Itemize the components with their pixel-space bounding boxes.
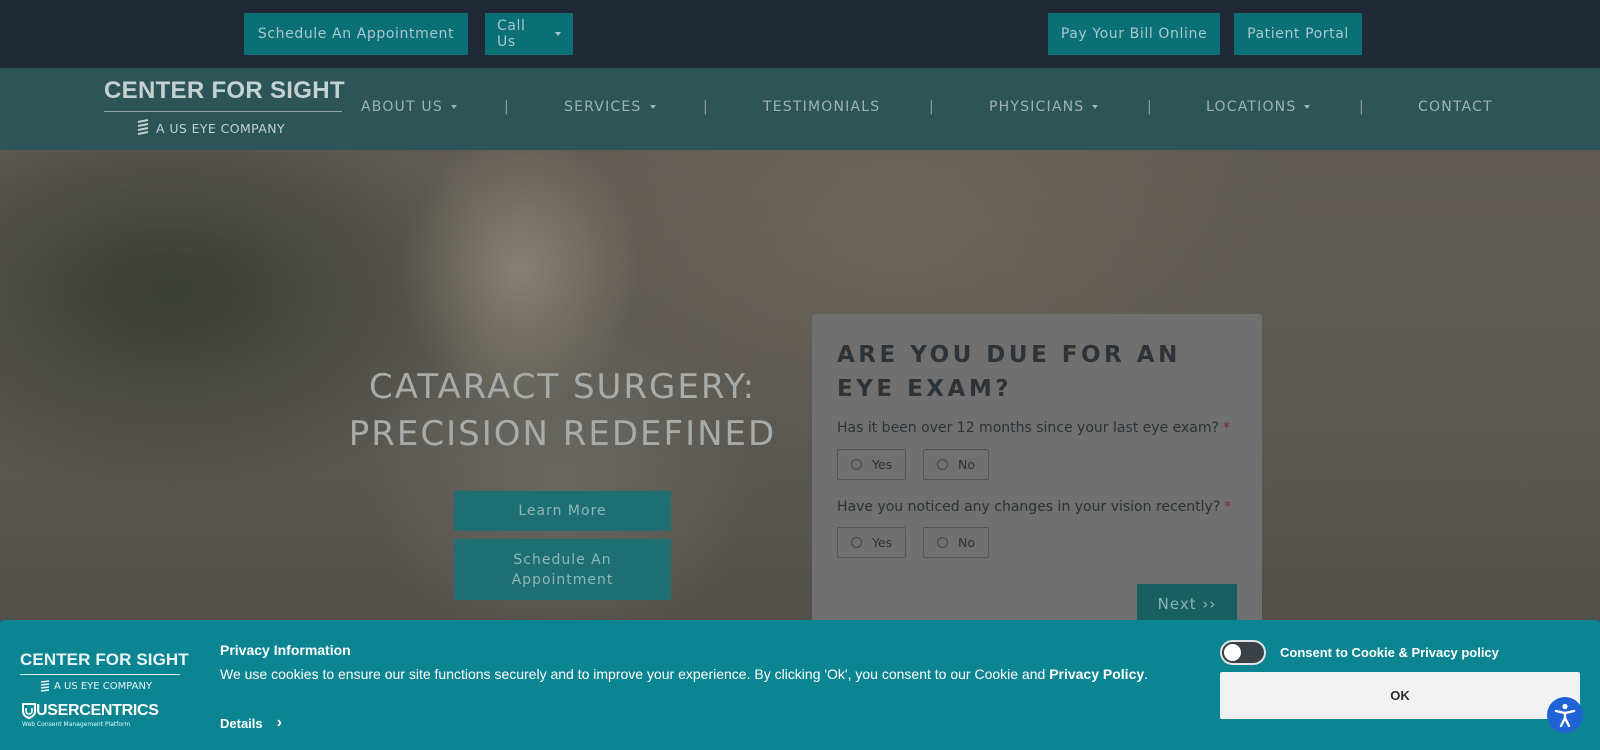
pay-bill-label: Pay Your Bill Online (1060, 26, 1208, 42)
hero-title: CATARACT SURGERY: PRECISION REDEFINED (330, 364, 795, 458)
nav-separator: | (504, 99, 509, 115)
call-us-label: Call Us (497, 18, 526, 50)
call-us-button[interactable]: Call Us (485, 13, 573, 55)
question-1-text: Has it been over 12 months since your la… (837, 420, 1219, 436)
usercentrics-tagline: Web Consent Management Platform (22, 721, 131, 728)
privacy-text-end: . (1144, 666, 1149, 682)
pay-bill-button[interactable]: Pay Your Bill Online (1048, 13, 1220, 55)
ok-label: OK (1390, 688, 1410, 703)
details-link[interactable]: Details › (220, 714, 282, 732)
usercentrics-logo: USERCENTRICS Web Consent Management Plat… (22, 702, 159, 728)
consent-logo-subtitle-text: A US EYE COMPANY (54, 681, 153, 692)
radio-icon (851, 459, 862, 470)
nav-separator: | (703, 99, 708, 115)
radio-icon (851, 537, 862, 548)
hero-schedule-line-1: Schedule An (513, 551, 612, 568)
usercentrics-text: USERCENTRICS (36, 702, 159, 719)
hero-title-line-1: CATARACT SURGERY: (368, 367, 757, 407)
logo-subtitle: A US EYE COMPANY (136, 119, 285, 137)
logo-title: CENTER FOR SIGHT (104, 77, 345, 104)
nav-about-us-label: ABOUT US (361, 99, 443, 115)
privacy-title: Privacy Information (220, 642, 351, 658)
option-label: No (958, 535, 975, 550)
logo-divider (104, 111, 342, 112)
hero-schedule-button[interactable]: Schedule An Appointment (454, 539, 671, 600)
form-title: ARE YOU DUE FOR AN EYE EXAM? (837, 342, 1181, 402)
patient-portal-label: Patient Portal (1247, 26, 1349, 42)
required-marker: * (1224, 499, 1232, 515)
nav-physicians[interactable]: PHYSICIANS (989, 99, 1099, 115)
patient-portal-button[interactable]: Patient Portal (1234, 13, 1362, 55)
caret-down-icon (1304, 105, 1311, 109)
question-2-text: Have you noticed any changes in your vis… (837, 499, 1221, 515)
option-label: Yes (872, 457, 893, 472)
next-button[interactable]: Next ›› (1137, 584, 1237, 624)
hero-title-line-2: PRECISION REDEFINED (348, 414, 777, 454)
caret-down-icon (450, 105, 457, 109)
nav-services[interactable]: SERVICES (564, 99, 656, 115)
chevron-right-icon: › (276, 714, 282, 731)
hero-schedule-line-2: Appointment (511, 571, 614, 588)
nav-locations[interactable]: LOCATIONS (1206, 99, 1311, 115)
eye-company-logo-icon (137, 119, 149, 135)
nav-separator: | (1359, 99, 1364, 115)
ok-button[interactable]: OK (1220, 672, 1580, 719)
consent-toggle-label: Consent to Cookie & Privacy policy (1280, 645, 1499, 660)
shield-icon (22, 703, 36, 719)
caret-down-icon (649, 105, 656, 109)
radio-icon (937, 537, 948, 548)
schedule-appointment-button[interactable]: Schedule An Appointment (244, 13, 468, 55)
caret-down-icon (555, 32, 561, 36)
nav-contact[interactable]: CONTACT (1418, 99, 1493, 115)
nav-testimonials-label: TESTIMONIALS (763, 99, 881, 115)
usercentrics-wordmark: USERCENTRICS (22, 702, 159, 720)
eye-company-logo-icon (40, 680, 50, 692)
details-label: Details (220, 715, 263, 731)
nav-about-us[interactable]: ABOUT US (361, 99, 457, 115)
question-1: Has it been over 12 months since your la… (837, 420, 1230, 436)
nav-physicians-label: PHYSICIANS (989, 99, 1085, 115)
option-label: Yes (872, 535, 893, 550)
privacy-text-body: We use cookies to ensure our site functi… (220, 666, 1050, 682)
consent-toggle[interactable] (1220, 640, 1266, 665)
nav-locations-label: LOCATIONS (1206, 99, 1297, 115)
accessibility-icon (1554, 703, 1576, 727)
nav-services-label: SERVICES (564, 99, 642, 115)
accessibility-button[interactable] (1547, 697, 1583, 733)
question-2: Have you noticed any changes in your vis… (837, 499, 1231, 515)
site-logo[interactable]: CENTER FOR SIGHT A US EYE COMPANY (104, 77, 345, 138)
eye-exam-form-card: ARE YOU DUE FOR AN EYE EXAM? Has it been… (812, 314, 1262, 624)
option-label: No (958, 457, 975, 472)
radio-icon (937, 459, 948, 470)
consent-site-logo: CENTER FOR SIGHT A US EYE COMPANY (20, 650, 189, 692)
question-2-yes-option[interactable]: Yes (837, 527, 906, 558)
privacy-policy-link[interactable]: Privacy Policy (1049, 666, 1144, 682)
nav-separator: | (929, 99, 934, 115)
next-label: Next ›› (1157, 595, 1217, 613)
question-1-yes-option[interactable]: Yes (837, 449, 906, 480)
consent-logo-divider (20, 674, 180, 675)
learn-more-label: Learn More (518, 503, 607, 519)
privacy-text: We use cookies to ensure our site functi… (220, 666, 1148, 682)
nav-separator: | (1147, 99, 1152, 115)
consent-logo-subtitle: A US EYE COMPANY (40, 680, 152, 693)
nav-contact-label: CONTACT (1418, 99, 1493, 115)
required-marker: * (1222, 420, 1230, 436)
toggle-knob (1224, 644, 1241, 661)
question-1-no-option[interactable]: No (923, 449, 989, 480)
schedule-appointment-label: Schedule An Appointment (257, 26, 455, 42)
consent-logo-title: CENTER FOR SIGHT (20, 650, 189, 669)
learn-more-button[interactable]: Learn More (454, 491, 671, 531)
question-2-no-option[interactable]: No (923, 527, 989, 558)
caret-down-icon (1092, 105, 1099, 109)
logo-subtitle-text: A US EYE COMPANY (156, 120, 286, 136)
nav-testimonials[interactable]: TESTIMONIALS (763, 99, 880, 115)
